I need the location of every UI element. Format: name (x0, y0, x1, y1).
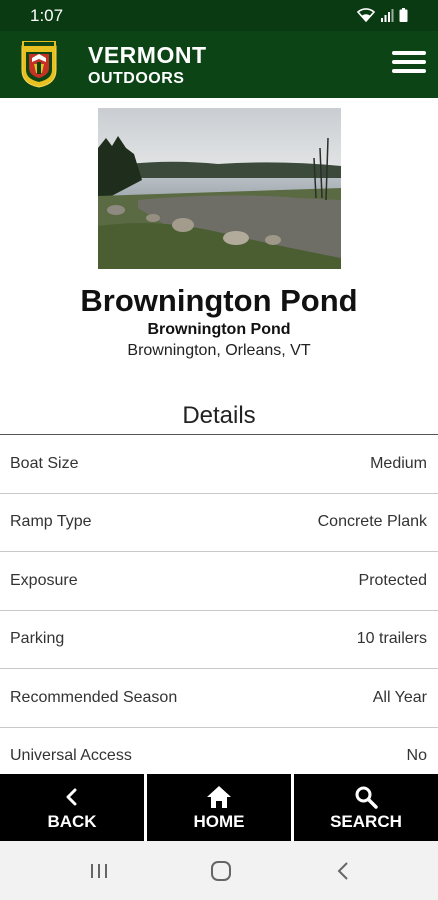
menu-bar (392, 60, 426, 64)
recent-apps-icon[interactable] (87, 859, 111, 883)
back-button[interactable]: BACK (0, 774, 147, 841)
detail-row-recommended-season: Recommended Season All Year (0, 669, 438, 728)
home-button[interactable]: HOME (147, 774, 294, 841)
detail-row-parking: Parking 10 trailers (0, 611, 438, 669)
vermont-outdoors-logo[interactable] (20, 40, 58, 88)
detail-value: Medium (370, 454, 427, 472)
status-icons (357, 8, 408, 22)
brand-subtitle: OUTDOORS (88, 70, 185, 87)
site-subtitle: Brownington Pond (147, 321, 291, 338)
battery-icon (399, 8, 408, 22)
wifi-icon (357, 8, 375, 22)
detail-row-exposure: Exposure Protected (0, 552, 438, 611)
menu-bar (392, 69, 426, 73)
app-header: VERMONT OUTDOORS (0, 31, 438, 98)
hamburger-menu-button[interactable] (392, 51, 426, 75)
detail-value: Concrete Plank (317, 513, 427, 531)
detail-row-boat-size: Boat Size Medium (0, 435, 438, 494)
detail-label: Parking (10, 630, 65, 648)
detail-label: Exposure (10, 571, 78, 589)
detail-label: Recommended Season (10, 688, 178, 706)
signal-icon (381, 9, 394, 22)
home-circle-icon[interactable] (209, 859, 233, 883)
detail-label: Ramp Type (10, 513, 92, 531)
system-back-icon[interactable] (332, 859, 356, 883)
search-label: SEARCH (330, 811, 402, 831)
site-photo (98, 108, 341, 269)
system-nav-bar (0, 841, 438, 900)
detail-label: Universal Access (10, 747, 132, 765)
page-title: Brownington Pond (80, 283, 358, 318)
detail-value: Protected (358, 571, 427, 589)
home-label: HOME (193, 811, 245, 831)
menu-bar (392, 51, 426, 55)
details-heading: Details (182, 402, 256, 429)
site-location: Brownington, Orleans, VT (127, 342, 311, 359)
detail-value: 10 trailers (356, 630, 427, 648)
bottom-nav: BACK HOME SEARCH (0, 774, 438, 841)
details-list: Boat Size Medium Ramp Type Concrete Plan… (0, 434, 438, 786)
chevron-left-icon (65, 784, 79, 810)
search-icon (354, 784, 378, 810)
detail-value: All Year (372, 688, 427, 706)
detail-label: Boat Size (10, 454, 79, 472)
status-bar: 1:07 (0, 0, 438, 31)
detail-row-ramp-type: Ramp Type Concrete Plank (0, 494, 438, 552)
search-button[interactable]: SEARCH (294, 774, 438, 841)
back-label: BACK (47, 811, 97, 831)
status-time: 1:07 (30, 6, 64, 25)
home-icon (206, 784, 232, 810)
brand-title: VERMONT (88, 42, 207, 68)
detail-value: No (406, 747, 427, 765)
